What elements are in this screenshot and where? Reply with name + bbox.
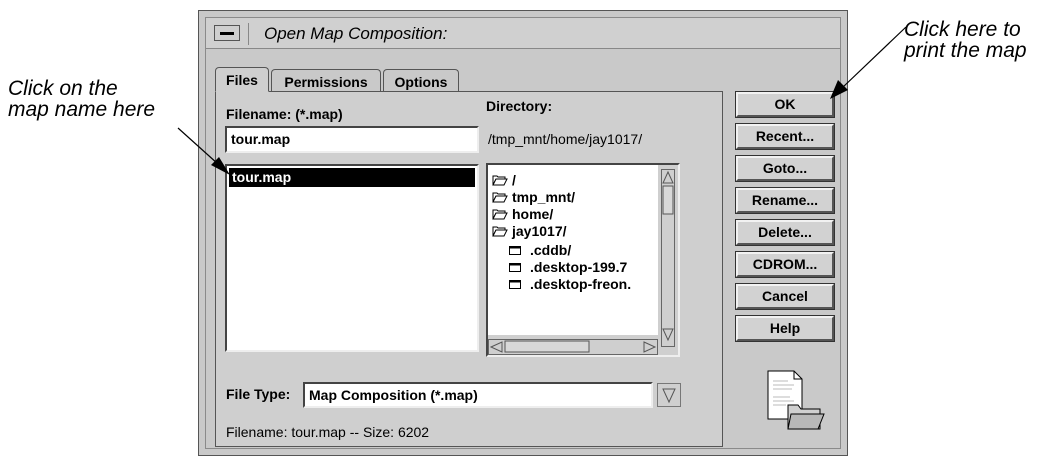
folder-open-icon <box>492 192 508 203</box>
rename-button[interactable]: Rename... <box>735 187 835 214</box>
directory-item-label: / <box>512 172 516 188</box>
file-list-item[interactable]: tour.map <box>229 168 475 187</box>
folder-icon <box>509 246 521 255</box>
cancel-button[interactable]: Cancel <box>735 283 835 310</box>
file-list[interactable]: tour.map <box>225 164 479 352</box>
tab-files[interactable]: Files <box>215 67 269 92</box>
tab-permissions[interactable]: Permissions <box>271 69 381 92</box>
directory-label: Directory: <box>486 98 553 114</box>
help-button[interactable]: Help <box>735 315 835 342</box>
titlebar-divider <box>248 23 249 45</box>
directory-item-label: tmp_mnt/ <box>512 189 575 205</box>
directory-item-label: home/ <box>512 206 554 222</box>
filename-field[interactable]: tour.map <box>225 126 479 153</box>
goto-button[interactable]: Goto... <box>735 155 835 182</box>
annotation-left: Click on the map name here <box>8 77 156 121</box>
directory-horizontal-scrollbar[interactable] <box>488 339 658 355</box>
folder-open-icon <box>492 209 508 220</box>
directory-item-label: jay1017/ <box>512 223 567 239</box>
folder-icon <box>509 280 521 289</box>
titlebar[interactable]: Open Map Composition: <box>206 18 840 49</box>
folder-icon <box>509 263 521 272</box>
document-folder-icon <box>767 370 825 430</box>
directory-path: /tmp_mnt/home/jay1017/ <box>488 131 643 147</box>
cdrom-button[interactable]: CDROM... <box>735 251 835 278</box>
folder-open-icon <box>492 175 508 186</box>
directory-item-label: .desktop-freon. <box>530 276 632 292</box>
directory-item-label: .cddb/ <box>530 242 572 258</box>
recent-button[interactable]: Recent... <box>735 123 835 150</box>
directory-item-label: .desktop-199.7 <box>530 259 628 275</box>
delete-button[interactable]: Delete... <box>735 219 835 246</box>
tab-options[interactable]: Options <box>383 69 459 92</box>
chevron-down-icon[interactable] <box>657 383 681 407</box>
filename-label: Filename: (*.map) <box>226 106 343 122</box>
file-type-label: File Type: <box>226 386 291 402</box>
open-map-dialog: Open Map Composition: Files Permissions … <box>198 10 848 456</box>
file-type-select[interactable]: Map Composition (*.map) <box>303 382 653 408</box>
annotation-right: Click here to print the map <box>904 18 1027 62</box>
ok-button[interactable]: OK <box>735 91 835 118</box>
directory-vertical-scrollbar[interactable] <box>661 169 675 347</box>
directory-list[interactable]: / tmp_mnt/home/jay1017/ .cddb/.desktop-199… <box>486 163 680 357</box>
directory-list-body: / tmp_mnt/home/jay1017/ .cddb/.desktop-199… <box>488 165 658 335</box>
dialog-title: Open Map Composition: <box>264 24 448 43</box>
status-text: Filename: tour.map -- Size: 6202 <box>226 424 430 440</box>
folder-open-icon <box>492 226 508 237</box>
window-menu-button[interactable] <box>214 25 240 41</box>
